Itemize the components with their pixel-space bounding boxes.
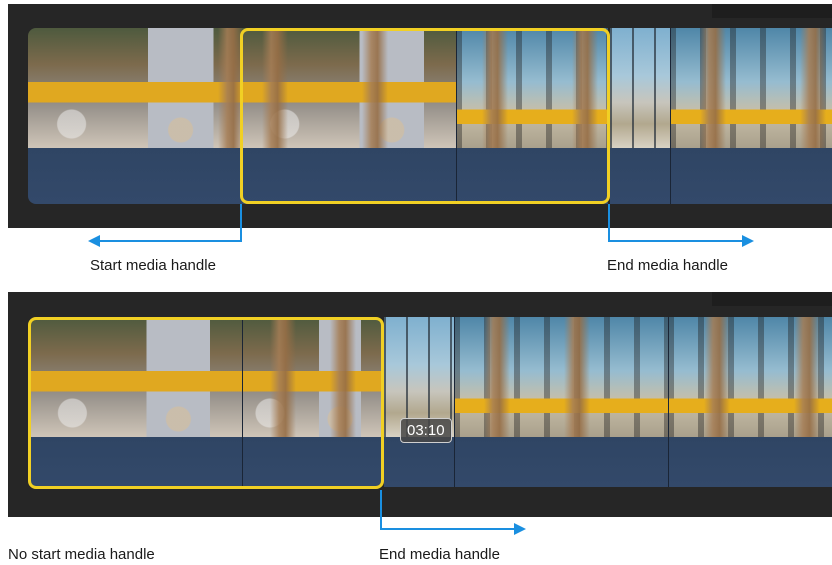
thumbnail-blur bbox=[484, 317, 510, 437]
thumbnail-blur bbox=[564, 317, 590, 437]
thumbnail-blur bbox=[700, 28, 726, 148]
end-handle-caption: End media handle bbox=[379, 546, 500, 563]
start-handle-marker bbox=[240, 204, 242, 242]
end-handle-caption: End media handle bbox=[607, 257, 728, 274]
thumbnail-blur bbox=[800, 28, 826, 148]
clip-next[interactable] bbox=[384, 317, 832, 487]
end-handle-extent bbox=[380, 528, 516, 530]
end-handle-arrow bbox=[742, 235, 754, 247]
clip-selection-outline[interactable] bbox=[240, 28, 610, 204]
frame-divider bbox=[454, 317, 455, 487]
clip-track bbox=[610, 148, 832, 204]
end-handle-marker bbox=[608, 204, 610, 242]
thumbnail-blur bbox=[794, 317, 820, 437]
clip-selection-outline[interactable] bbox=[28, 317, 384, 489]
end-handle-extent bbox=[608, 240, 744, 242]
thumbnail-blur bbox=[704, 317, 730, 437]
frame-divider bbox=[668, 317, 669, 487]
clip-previous[interactable] bbox=[28, 28, 246, 204]
timecode-readout: 03:10 bbox=[400, 418, 452, 443]
start-handle-arrow bbox=[88, 235, 100, 247]
frame-divider bbox=[670, 28, 671, 204]
end-handle-marker bbox=[380, 490, 382, 530]
timeline-panel-bottom bbox=[8, 292, 832, 517]
clip-thumbnail bbox=[610, 28, 670, 148]
end-handle-arrow bbox=[514, 523, 526, 535]
start-handle-extent bbox=[100, 240, 242, 242]
start-handle-caption: Start media handle bbox=[90, 257, 216, 274]
clip-track bbox=[28, 148, 246, 204]
timeline-edge bbox=[712, 4, 832, 18]
timeline-edge bbox=[712, 292, 832, 306]
clip-thumbnail bbox=[28, 28, 246, 148]
timeline-panel-top bbox=[8, 4, 832, 228]
start-handle-caption: No start media handle bbox=[8, 546, 155, 563]
clip-next[interactable] bbox=[610, 28, 832, 204]
clip-track bbox=[384, 437, 832, 487]
